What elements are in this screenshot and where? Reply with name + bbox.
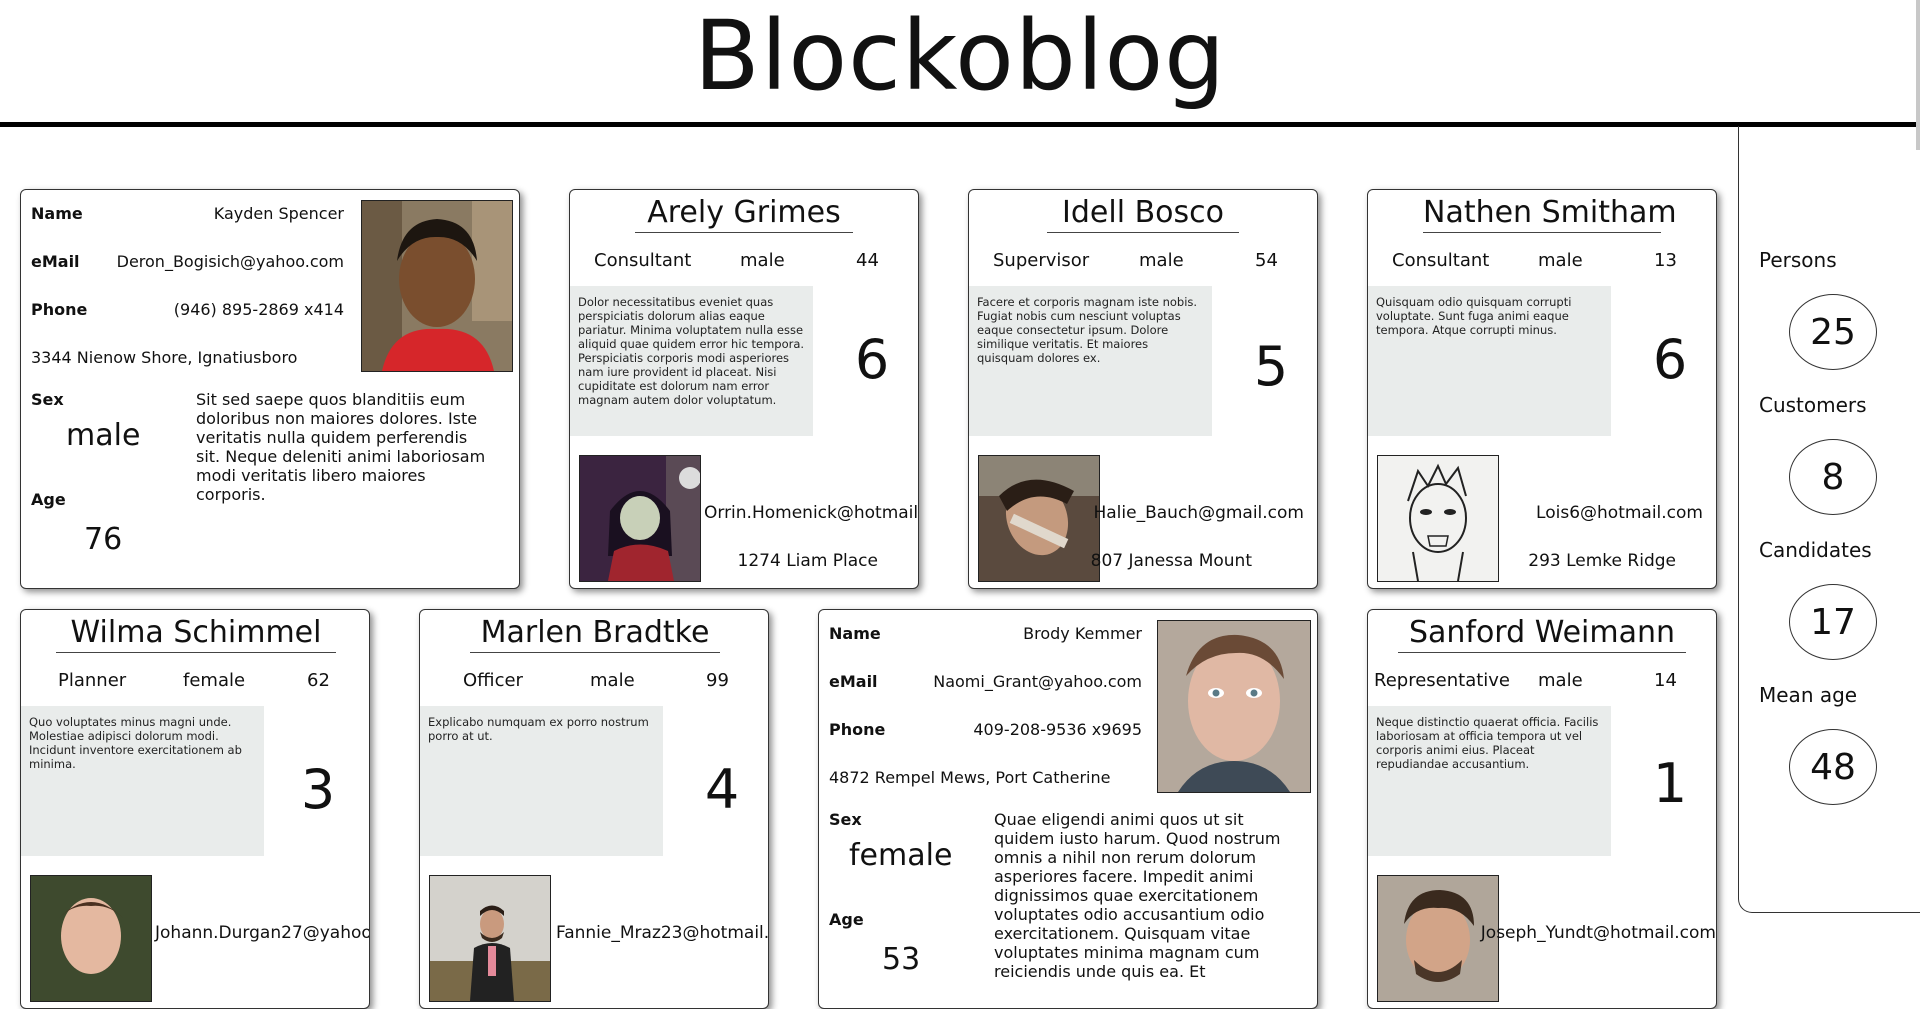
person-score: 3 [300,758,336,821]
age-label: Age [829,910,864,929]
person-avatar [978,455,1100,582]
person-note: Dolor necessitatibus eveniet quas perspi… [570,286,813,436]
site-header: Blockoblog [0,0,1920,128]
name-label: Name [31,204,83,223]
person-street: 1274 Liam Place [737,551,878,571]
person-age: 13 [1654,250,1677,271]
person-avatar [1377,455,1499,582]
phone-value: (946) 895-2869 x414 [173,300,344,319]
email-label: eMail [31,252,80,271]
person-email: Orrin.Homenick@hotmail.com [704,503,919,523]
name-value: Brody Kemmer [1023,624,1142,643]
person-detail-card[interactable]: Name Kayden Spencer eMail Deron_Bogisich… [20,189,520,589]
person-avatar [30,875,152,1002]
person-sex: male [1538,250,1583,271]
address-value: 4872 Rempel Mews, Port Catherine [829,768,1111,787]
stat-value-persons: 25 [1789,294,1877,370]
person-name: Nathen Smitham [1423,194,1677,233]
person-summary-card[interactable]: Idell Bosco Supervisor male 54 Facere et… [968,189,1318,589]
person-summary-card[interactable]: Wilma Schimmel Planner female 62 Quo vol… [20,609,370,1009]
person-note: Quisquam odio quisquam corrupti voluptat… [1368,286,1611,436]
person-score: 6 [854,328,890,391]
person-role: Consultant [594,250,692,271]
person-street: 807 Janessa Mount [1090,551,1252,571]
person-email: Halie_Bauch@gmail.com [1093,503,1304,523]
stat-value-candidates: 17 [1789,584,1877,660]
description: Sit sed saepe quos blanditiis eum dolori… [196,390,486,504]
person-score: 5 [1253,335,1289,398]
person-score: 6 [1652,328,1688,391]
person-email: Lois6@hotmail.com [1536,503,1703,523]
person-role: Supervisor [993,250,1090,271]
person-note: Neque distinctio quaerat officia. Facili… [1368,706,1611,856]
person-summary-card[interactable]: Nathen Smitham Consultant male 13 Quisqu… [1367,189,1717,589]
name-label: Name [829,624,881,643]
person-email: Johann.Durgan27@yahoo.com [155,923,370,943]
person-summary-card[interactable]: Arely Grimes Consultant male 44 Dolor ne… [569,189,919,589]
person-sex: male [1538,670,1583,691]
stat-value-mean-age: 48 [1789,729,1877,805]
person-summary-card[interactable]: Sanford Weimann Representative male 14 N… [1367,609,1717,1009]
person-name: Sanford Weimann [1398,614,1686,653]
description: Quae eligendi animi quos ut sit quidem i… [994,810,1281,981]
address-value: 3344 Nienow Shore, Ignatiusboro [31,348,298,367]
age-value: 53 [882,942,921,977]
sex-label: Sex [829,810,862,829]
person-sex: female [183,670,246,691]
email-value: Naomi_Grant@yahoo.com [933,672,1142,691]
stat-label-mean-age: Mean age [1759,683,1858,707]
person-note: Facere et corporis magnam iste nobis. Fu… [969,286,1212,436]
person-age: 62 [307,670,330,691]
person-sex: male [1139,250,1184,271]
person-avatar [429,875,551,1002]
person-street: 293 Lemke Ridge [1528,551,1676,571]
person-email: Joseph_Yundt@hotmail.com [1480,923,1716,943]
person-sex: male [740,250,785,271]
stats-panel: Persons 25 Customers 8 Candidates 17 Mea… [1738,126,1920,913]
person-role: Planner [58,670,127,691]
person-note: Quo voluptates minus magni unde. Molesti… [21,706,264,856]
person-name: Idell Bosco [1047,194,1239,233]
person-email: Fannie_Mraz23@hotmail.com [556,923,769,943]
sex-label: Sex [31,390,64,409]
person-avatar [579,455,701,582]
stat-label-persons: Persons [1759,248,1837,272]
phone-label: Phone [829,720,886,739]
person-score: 4 [704,758,740,821]
person-name: Wilma Schimmel [56,614,336,653]
stat-value-customers: 8 [1789,439,1877,515]
sex-value: male [66,418,141,453]
person-age: 54 [1255,250,1278,271]
email-value: Deron_Bogisich@yahoo.com [116,252,344,271]
person-detail-card[interactable]: Name Brody Kemmer eMail Naomi_Grant@yaho… [818,609,1318,1009]
sex-value: female [849,838,953,873]
header-divider [0,122,1920,127]
person-age: 14 [1654,670,1677,691]
person-photo [361,200,513,372]
person-role: Officer [463,670,523,691]
phone-value: 409-208-9536 x9695 [973,720,1142,739]
stat-label-candidates: Candidates [1759,538,1872,562]
site-title: Blockoblog [693,0,1227,112]
person-name: Arely Grimes [635,194,853,233]
phone-label: Phone [31,300,88,319]
person-summary-card[interactable]: Marlen Bradtke Officer male 99 Explicabo… [419,609,769,1009]
stat-label-customers: Customers [1759,393,1867,417]
age-label: Age [31,490,66,509]
email-label: eMail [829,672,878,691]
person-role: Consultant [1392,250,1490,271]
person-photo [1157,620,1311,793]
person-sex: male [590,670,635,691]
person-role: Representative [1374,670,1511,691]
name-value: Kayden Spencer [213,204,344,223]
person-name: Marlen Bradtke [470,614,720,653]
person-age: 99 [706,670,729,691]
person-score: 1 [1652,752,1688,815]
age-value: 76 [84,522,123,557]
person-note: Explicabo numquam ex porro nostrum porro… [420,706,663,856]
person-age: 44 [856,250,879,271]
